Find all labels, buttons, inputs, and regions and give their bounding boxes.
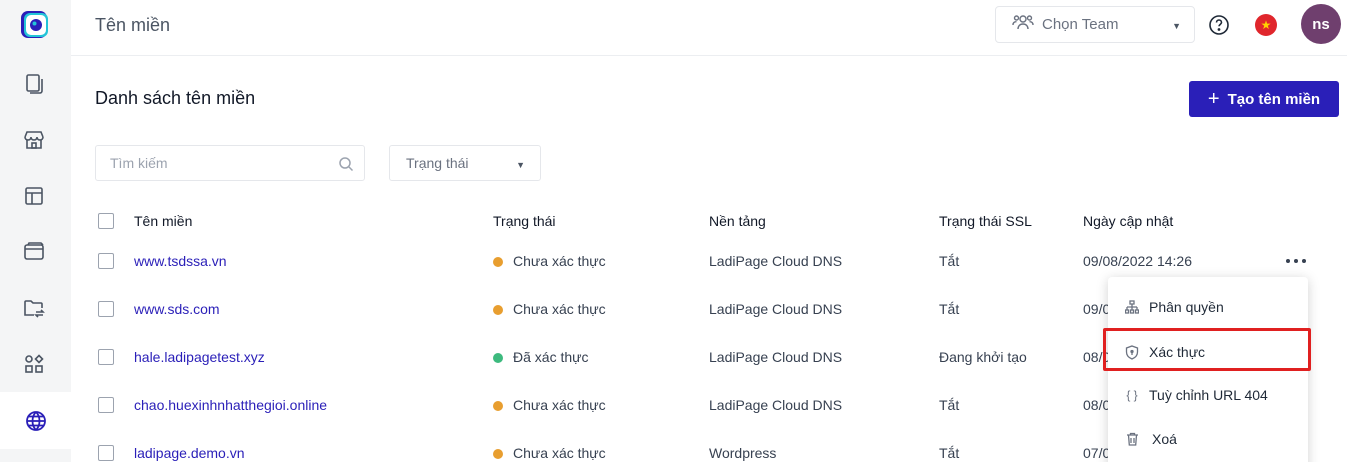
status-dot xyxy=(493,305,503,315)
ssl-text: Tắt xyxy=(939,253,960,269)
updated-text: 09/0 xyxy=(1083,301,1111,317)
team-icon xyxy=(1012,13,1034,36)
section-title: Danh sách tên miền xyxy=(95,88,256,108)
status-filter-select[interactable]: Trạng thái ▼ xyxy=(389,145,541,181)
menu-item-label: Phân quyền xyxy=(1149,299,1224,315)
status-dot xyxy=(493,353,503,363)
ssl-text: Tắt xyxy=(939,445,960,461)
domain-link[interactable]: hale.ladipagetest.xyz xyxy=(134,349,265,365)
platform-text: LadiPage Cloud DNS xyxy=(709,397,843,413)
select-all-checkbox[interactable] xyxy=(98,213,114,229)
page-title: Tên miền xyxy=(95,15,171,35)
sidebar-template-icon[interactable] xyxy=(16,178,52,214)
search-box xyxy=(95,145,365,181)
platform-text: Wordpress xyxy=(709,445,777,461)
create-domain-label: Tạo tên miền xyxy=(1227,90,1321,108)
app: Tên miền Chọn Team ▼ ★ ns Danh sách tên … xyxy=(0,0,1347,462)
status-filter-label: Trạng thái xyxy=(406,155,469,171)
sidebar-folder-transfer-icon[interactable] xyxy=(16,290,52,326)
shield-icon xyxy=(1124,344,1140,360)
status-dot xyxy=(493,449,503,459)
status-dot xyxy=(493,401,503,411)
team-select-label: Chọn Team xyxy=(1042,16,1119,33)
domain-link[interactable]: www.tsdssa.vn xyxy=(134,253,227,269)
ssl-text: Tắt xyxy=(939,397,960,413)
menu-item-label: Xoá xyxy=(1152,431,1177,447)
domain-link[interactable]: www.sds.com xyxy=(134,301,220,317)
vietnam-flag-icon[interactable]: ★ xyxy=(1255,14,1277,36)
column-header-domain[interactable]: Tên miền xyxy=(134,213,192,229)
plus-icon: + xyxy=(1207,88,1220,110)
row-checkbox[interactable] xyxy=(98,445,114,461)
updated-text: 07/0 xyxy=(1083,445,1111,461)
top-header: Tên miền Chọn Team ▼ ★ ns xyxy=(71,0,1347,56)
column-header-ssl[interactable]: Trạng thái SSL xyxy=(939,213,1032,229)
sidebar-payment-icon[interactable] xyxy=(16,234,52,270)
row-checkbox[interactable] xyxy=(98,397,114,413)
avatar[interactable]: ns xyxy=(1301,4,1341,44)
row-checkbox[interactable] xyxy=(98,301,114,317)
search-icon[interactable] xyxy=(338,156,354,172)
menu-item-label: Tuỳ chỉnh URL 404 xyxy=(1149,387,1268,403)
sidebar xyxy=(0,0,71,462)
status-text: Chưa xác thực xyxy=(513,445,606,461)
menu-item-label: Xác thực xyxy=(1149,344,1206,360)
create-domain-button[interactable]: + Tạo tên miền xyxy=(1189,81,1339,117)
status-text: Chưa xác thực xyxy=(513,301,606,317)
team-select[interactable]: Chọn Team ▼ xyxy=(995,6,1195,43)
ssl-text: Tắt xyxy=(939,301,960,317)
domain-link[interactable]: chao.huexinhnhatthegioi.online xyxy=(134,397,327,413)
chevron-down-icon: ▼ xyxy=(516,160,525,170)
column-header-status[interactable]: Trạng thái xyxy=(493,213,556,229)
updated-text: 08/0 xyxy=(1083,349,1111,365)
chevron-down-icon: ▼ xyxy=(1172,21,1181,31)
domain-link[interactable]: ladipage.demo.vn xyxy=(134,445,245,461)
column-header-updated[interactable]: Ngày cập nhật xyxy=(1083,213,1173,229)
status-text: Chưa xác thực xyxy=(513,397,606,413)
platform-text: LadiPage Cloud DNS xyxy=(709,301,843,317)
search-input[interactable] xyxy=(110,154,330,172)
updated-text: 08/0 xyxy=(1083,397,1111,413)
sidebar-domain-globe-icon[interactable] xyxy=(0,392,71,449)
row-checkbox[interactable] xyxy=(98,349,114,365)
column-header-platform[interactable]: Nền tảng xyxy=(709,213,766,229)
updated-text: 09/08/2022 14:26 xyxy=(1083,253,1192,269)
status-text: Chưa xác thực xyxy=(513,253,606,269)
ssl-text: Đang khởi tạo xyxy=(939,349,1027,365)
row-checkbox[interactable] xyxy=(98,253,114,269)
menu-item-custom-404[interactable]: { } Tuỳ chỉnh URL 404 xyxy=(1108,375,1308,415)
row-actions-menu: Phân quyền Xác thực { } Tuỳ chỉnh URL 40… xyxy=(1108,277,1308,462)
sidebar-store-icon[interactable] xyxy=(16,122,52,158)
more-actions-icon[interactable] xyxy=(1283,253,1309,269)
menu-item-verify[interactable]: Xác thực xyxy=(1108,332,1308,372)
menu-item-permissions[interactable]: Phân quyền xyxy=(1108,287,1308,327)
sidebar-apps-icon[interactable] xyxy=(16,346,52,382)
status-dot xyxy=(493,257,503,267)
ladipage-logo-icon[interactable] xyxy=(18,8,51,41)
platform-text: LadiPage Cloud DNS xyxy=(709,349,843,365)
trash-icon xyxy=(1124,431,1140,447)
help-icon[interactable] xyxy=(1208,14,1230,36)
status-text: Đã xác thực xyxy=(513,349,589,365)
sitemap-icon xyxy=(1124,299,1140,315)
menu-item-delete[interactable]: Xoá xyxy=(1108,419,1308,459)
platform-text: LadiPage Cloud DNS xyxy=(709,253,843,269)
sidebar-pages-icon[interactable] xyxy=(16,66,52,102)
braces-icon: { } xyxy=(1126,388,1138,402)
